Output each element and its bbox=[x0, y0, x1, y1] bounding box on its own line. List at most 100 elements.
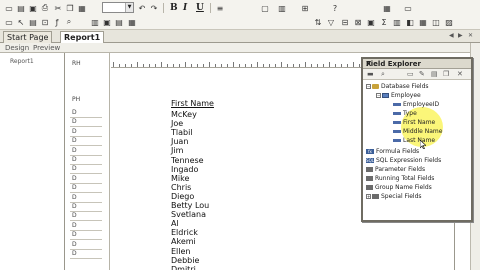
layout-icon[interactable]: ▥ bbox=[90, 17, 100, 27]
section-icon[interactable]: ▤ bbox=[114, 17, 124, 27]
help-icon[interactable]: ? bbox=[330, 3, 340, 13]
first-name-value: Betty Lou bbox=[171, 201, 210, 210]
close-icon[interactable]: ✕ bbox=[468, 32, 473, 39]
view-mode-bar: Design Preview bbox=[0, 43, 480, 53]
node-label: SQL Expression Fields bbox=[376, 157, 442, 164]
copy-icon[interactable]: ❐ bbox=[443, 70, 449, 78]
group-tree-root[interactable]: Report1 bbox=[10, 58, 34, 65]
cut-icon[interactable]: ✂ bbox=[53, 3, 63, 13]
section-page-header[interactable]: PH bbox=[72, 96, 80, 103]
box-icon[interactable]: ▭ bbox=[403, 3, 413, 13]
tree-node-field[interactable]: Type bbox=[393, 110, 417, 117]
insert-icon[interactable]: ▢ bbox=[260, 3, 270, 13]
tab-scroll-left-icon[interactable]: ◀ bbox=[449, 32, 454, 39]
edit-icon[interactable]: ✎ bbox=[419, 70, 425, 78]
export-icon[interactable]: ⊞ bbox=[300, 3, 310, 13]
copy-icon[interactable]: ❐ bbox=[65, 3, 75, 13]
text-object-icon[interactable]: ▭ bbox=[4, 17, 14, 27]
tab-preview[interactable]: Preview bbox=[33, 44, 60, 52]
first-name-value: Chris bbox=[171, 182, 192, 192]
new-icon[interactable]: ▭ bbox=[4, 3, 14, 13]
section-report-header[interactable]: RH bbox=[72, 60, 81, 67]
report-icon[interactable]: ▦ bbox=[127, 17, 137, 27]
tree-node-field[interactable]: First Name bbox=[393, 119, 435, 126]
section-details[interactable]: D bbox=[72, 231, 77, 238]
bold-button[interactable]: B bbox=[170, 3, 178, 13]
field-icon bbox=[393, 112, 401, 115]
field-icon[interactable]: ▣ bbox=[102, 17, 112, 27]
save-icon[interactable]: ▣ bbox=[28, 3, 38, 13]
delete-icon[interactable]: ✕ bbox=[457, 70, 463, 78]
section-details[interactable]: D bbox=[72, 184, 77, 191]
redo-icon[interactable]: ↷ bbox=[149, 3, 159, 13]
first-name-value: Mike bbox=[171, 173, 190, 183]
group-icon[interactable]: ⊡ bbox=[40, 17, 50, 27]
section-details[interactable]: D bbox=[72, 212, 77, 219]
first-name-value: Ingado bbox=[171, 164, 199, 174]
chart-expert-icon[interactable]: ▥ bbox=[392, 17, 402, 27]
chevron-down-icon[interactable]: ▼ bbox=[125, 3, 133, 12]
crosstab-icon[interactable]: ▦ bbox=[418, 17, 428, 27]
chart-icon[interactable]: ▥ bbox=[277, 3, 287, 13]
tree-node-table[interactable]: − Employee bbox=[376, 92, 421, 99]
table-icon[interactable]: ▦ bbox=[382, 3, 392, 13]
tree-node-field[interactable]: EmployeeID bbox=[393, 101, 439, 108]
browse-icon[interactable]: ⌕ bbox=[381, 70, 385, 79]
rename-icon[interactable]: ▤ bbox=[431, 70, 438, 78]
section-details[interactable]: D bbox=[72, 147, 77, 154]
print-icon[interactable]: ⎙ bbox=[40, 3, 50, 13]
paste-icon[interactable]: ▦ bbox=[77, 3, 87, 13]
tree-node-running-total-fields[interactable]: Running Total Fields bbox=[366, 175, 434, 182]
section-details[interactable]: D bbox=[72, 156, 77, 163]
tree-node-sql-expression-fields[interactable]: SQL SQL Expression Fields bbox=[366, 157, 441, 164]
section-details[interactable]: D bbox=[72, 109, 77, 116]
undo-icon[interactable]: ↶ bbox=[137, 3, 147, 13]
section-details[interactable]: D bbox=[72, 203, 77, 210]
tab-scroll-right-icon[interactable]: ▶ bbox=[458, 32, 463, 39]
zoom-icon[interactable]: ⌕ bbox=[64, 17, 74, 27]
tree-node-database-fields[interactable]: − Database Fields bbox=[366, 83, 429, 90]
ruler-tick bbox=[311, 64, 312, 67]
tree-node-parameter-fields[interactable]: Parameter Fields bbox=[366, 166, 425, 173]
open-icon[interactable]: ▤ bbox=[16, 3, 26, 13]
tree-node-formula-fields[interactable]: fx Formula Fields bbox=[366, 148, 419, 155]
close-icon[interactable]: X bbox=[366, 60, 469, 68]
new-icon[interactable]: ▭ bbox=[407, 70, 414, 78]
tab-design[interactable]: Design bbox=[5, 44, 29, 52]
tab-start-page[interactable]: Start Page bbox=[3, 31, 53, 43]
tab-report[interactable]: Report1 bbox=[60, 31, 105, 43]
select-expert-icon[interactable]: ⊠ bbox=[353, 17, 363, 27]
arrow-icon[interactable]: ↖ bbox=[16, 17, 26, 27]
section-details[interactable]: D bbox=[72, 137, 77, 144]
group-expert-icon[interactable]: ⊟ bbox=[340, 17, 350, 27]
underline-button[interactable]: U bbox=[196, 3, 204, 13]
tree-node-group-name-fields[interactable]: Group Name Fields bbox=[366, 184, 432, 191]
sort-icon[interactable]: ⇅ bbox=[313, 17, 323, 27]
olap-icon[interactable]: ◫ bbox=[431, 17, 441, 27]
section-details[interactable]: D bbox=[72, 118, 77, 125]
first-name-column-header[interactable]: First Name bbox=[171, 99, 214, 108]
section-details[interactable]: D bbox=[72, 165, 77, 172]
record-icon[interactable]: ▣ bbox=[366, 17, 376, 27]
tree-node-special-fields[interactable]: + Special Fields bbox=[366, 193, 422, 200]
align-left-icon[interactable]: ≡ bbox=[215, 3, 225, 13]
section-details[interactable]: D bbox=[72, 128, 77, 135]
first-name-value: Svetlana bbox=[171, 210, 206, 220]
filter-icon[interactable]: ▽ bbox=[326, 17, 336, 27]
font-combo[interactable]: ▼ bbox=[102, 2, 134, 13]
insert-to-report-icon[interactable]: ▬ bbox=[367, 70, 374, 78]
map-icon[interactable]: ◧ bbox=[405, 17, 415, 27]
section-details[interactable]: D bbox=[72, 250, 77, 257]
section-details[interactable]: D bbox=[72, 175, 77, 182]
italic-button[interactable]: I bbox=[183, 3, 187, 13]
running-total-icon bbox=[366, 176, 373, 181]
picture-icon[interactable]: ▨ bbox=[444, 17, 454, 27]
section-details[interactable]: D bbox=[72, 222, 77, 229]
tree-node-field[interactable]: Last Name bbox=[393, 137, 435, 144]
section-details[interactable]: D bbox=[72, 241, 77, 248]
tree-node-field[interactable]: Middle Name bbox=[393, 128, 442, 135]
section-details[interactable]: D bbox=[72, 194, 77, 201]
sum-icon[interactable]: Σ bbox=[379, 17, 389, 27]
format-painter-icon[interactable]: ▤ bbox=[28, 17, 38, 27]
formula-icon[interactable]: ƒ bbox=[52, 17, 62, 27]
